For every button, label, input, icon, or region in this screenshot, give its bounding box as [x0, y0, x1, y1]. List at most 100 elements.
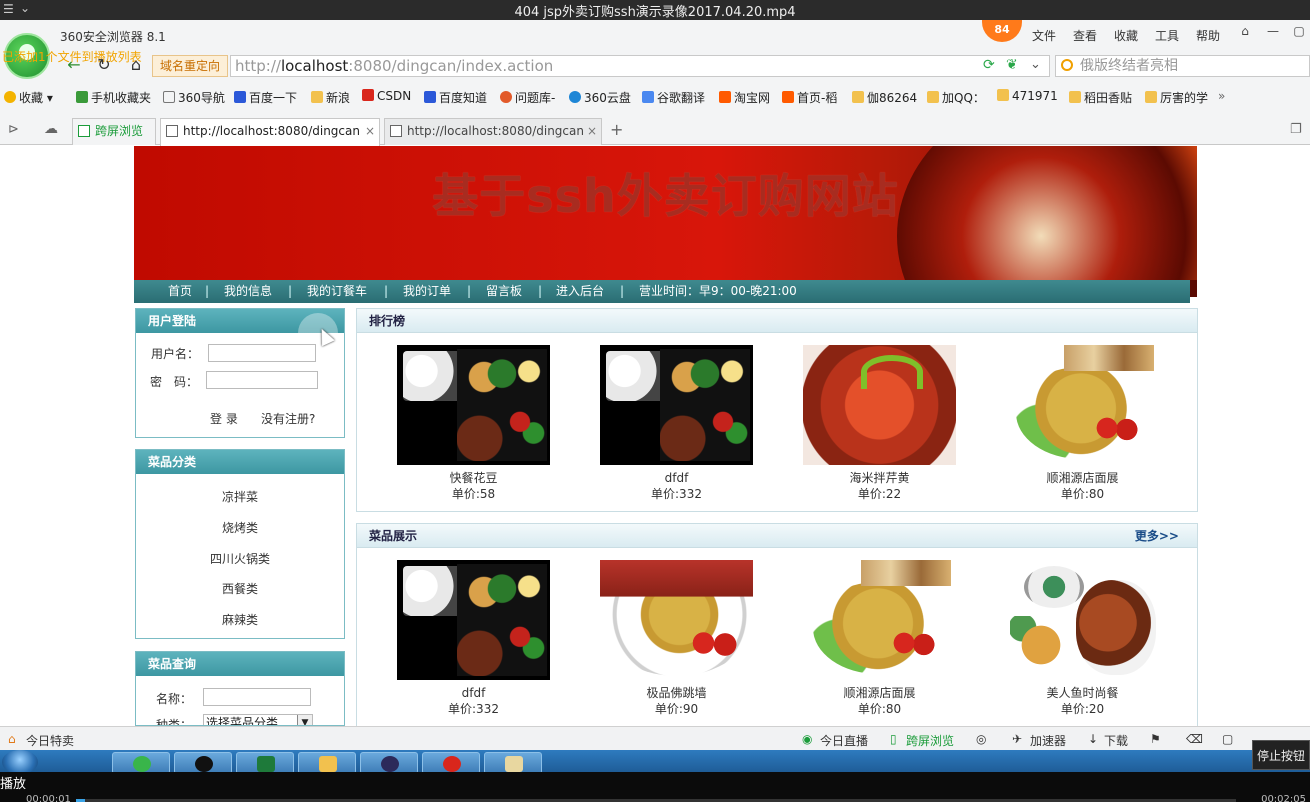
- security-icon[interactable]: ⟳: [983, 57, 995, 73]
- product-image[interactable]: [397, 345, 550, 465]
- product-card[interactable]: 顺湘源店面展 单价:80: [1006, 345, 1159, 502]
- bookmark-folder-2[interactable]: 加QQ：: [927, 89, 985, 106]
- skin-icon[interactable]: ⌂: [1234, 24, 1256, 42]
- bookmark-mobile[interactable]: 手机收藏夹: [76, 89, 151, 106]
- login-button[interactable]: 登 录: [210, 410, 238, 427]
- category-item[interactable]: 凉拌菜: [136, 488, 344, 505]
- dish-name-input[interactable]: [203, 688, 311, 706]
- restore-tab-icon[interactable]: ❐: [1290, 122, 1302, 137]
- search-input[interactable]: 俄版终结者亮相: [1055, 55, 1310, 77]
- window-icon[interactable]: ▢: [1222, 732, 1233, 746]
- tab-localhost[interactable]: http://localhost:8080/dingcan ×: [384, 118, 602, 145]
- category-item[interactable]: 烧烤类: [136, 519, 344, 536]
- product-image[interactable]: [397, 560, 550, 680]
- product-name[interactable]: 顺湘源店面展: [1006, 470, 1159, 486]
- clean-icon[interactable]: ⌫: [1186, 732, 1203, 746]
- product-image[interactable]: [803, 560, 956, 680]
- maximize-icon[interactable]: ▢: [1288, 24, 1310, 42]
- cloud-sync-icon[interactable]: ☁: [44, 121, 58, 137]
- select-arrow-icon[interactable]: ▼: [297, 715, 312, 725]
- bookmark-wentiku[interactable]: 问题库-: [500, 89, 555, 106]
- taskbar-app-explorer[interactable]: [298, 752, 356, 774]
- product-name[interactable]: dfdf: [397, 685, 550, 701]
- bookmark-360nav[interactable]: 360导航: [163, 89, 225, 106]
- address-bar[interactable]: http://localhost:8080/dingcan/index.acti…: [230, 55, 1050, 77]
- menu-view[interactable]: 查看: [1073, 27, 1097, 44]
- product-name[interactable]: dfdf: [600, 470, 753, 486]
- product-card[interactable]: dfdf 单价:332: [600, 345, 753, 502]
- product-image[interactable]: [803, 345, 956, 465]
- nav-my-info[interactable]: 我的信息: [224, 280, 272, 303]
- bookmark-folder-1[interactable]: 伽86264: [852, 89, 917, 106]
- product-image[interactable]: [1006, 560, 1159, 680]
- dropdown-chevron-icon[interactable]: ⌄: [1030, 57, 1041, 72]
- status-accelerator[interactable]: 加速器: [1030, 732, 1066, 749]
- bookmark-csdn[interactable]: CSDN: [362, 89, 411, 103]
- taskbar-app-360[interactable]: [112, 752, 170, 774]
- taskbar-app-recorder[interactable]: [422, 752, 480, 774]
- bookmark-folder-3[interactable]: 471971: [997, 89, 1058, 103]
- taskbar-app-eclipse[interactable]: [360, 752, 418, 774]
- taskbar-app-notepad[interactable]: [484, 752, 542, 774]
- status-cross-screen[interactable]: 跨屏浏览: [906, 732, 954, 749]
- status-live[interactable]: 今日直播: [820, 732, 868, 749]
- tab-cross-screen[interactable]: 跨屏浏览: [72, 118, 156, 145]
- password-input[interactable]: [206, 371, 318, 389]
- more-link[interactable]: 更多>>: [1135, 524, 1179, 548]
- more-bookmarks-icon[interactable]: »: [1218, 89, 1225, 103]
- bookmark-favorites[interactable]: 收藏 ▾: [4, 89, 53, 106]
- sidebar-toggle-icon[interactable]: ⊳: [8, 122, 19, 137]
- refresh-icon[interactable]: ↻: [92, 55, 116, 77]
- product-card[interactable]: 极品佛跳墙 单价:90: [600, 560, 753, 717]
- menu-file[interactable]: 文件: [1032, 27, 1056, 44]
- product-name[interactable]: 极品佛跳墙: [600, 685, 753, 701]
- nav-admin[interactable]: 进入后台: [556, 280, 604, 303]
- product-card[interactable]: dfdf 单价:332: [397, 560, 550, 717]
- bookmark-sina[interactable]: 新浪: [311, 89, 350, 106]
- username-input[interactable]: [208, 344, 316, 362]
- product-image[interactable]: [1006, 345, 1159, 465]
- product-card[interactable]: 海米拌芹黄 单价:22: [803, 345, 956, 502]
- bookmark-google-translate[interactable]: 谷歌翻译: [642, 89, 705, 106]
- product-image[interactable]: [600, 560, 753, 680]
- product-card[interactable]: 顺湘源店面展 单价:80: [803, 560, 956, 717]
- start-button-icon[interactable]: [2, 750, 38, 774]
- register-link[interactable]: 没有注册?: [261, 410, 315, 427]
- status-download[interactable]: 下载: [1104, 732, 1128, 749]
- minimize-icon[interactable]: —: [1262, 24, 1284, 42]
- bookmark-baidu[interactable]: 百度一下: [234, 89, 297, 106]
- taskbar-app-excel[interactable]: [236, 752, 294, 774]
- bookmark-baidu-zhidao[interactable]: 百度知道: [424, 89, 487, 106]
- new-tab-icon[interactable]: +: [610, 120, 623, 139]
- flag-icon[interactable]: ⚑: [1150, 732, 1161, 746]
- bookmark-folder-5[interactable]: 厉害的学: [1145, 89, 1208, 106]
- bookmark-360cloud[interactable]: 360云盘: [569, 89, 631, 106]
- close-tab-icon[interactable]: ×: [365, 119, 375, 143]
- category-item[interactable]: 四川火锅类: [136, 550, 344, 567]
- nav-cart[interactable]: 我的订餐车: [307, 280, 367, 303]
- product-image[interactable]: [600, 345, 753, 465]
- product-card[interactable]: 快餐花豆 单价:58: [397, 345, 550, 502]
- leaf-icon[interactable]: ❦: [1006, 57, 1018, 73]
- product-name[interactable]: 美人鱼时尚餐: [1006, 685, 1159, 701]
- close-tab-icon[interactable]: ×: [587, 119, 597, 143]
- status-today-deals[interactable]: 今日特卖: [26, 732, 74, 749]
- product-name[interactable]: 海米拌芹黄: [803, 470, 956, 486]
- bookmark-folder-4[interactable]: 稻田香贴: [1069, 89, 1132, 106]
- product-name[interactable]: 快餐花豆: [397, 470, 550, 486]
- bookmark-taobao[interactable]: 淘宝网: [719, 89, 770, 106]
- category-item[interactable]: 麻辣类: [136, 611, 344, 628]
- back-icon[interactable]: ←: [62, 55, 86, 77]
- bookmark-daotian[interactable]: 首页-稻: [782, 89, 837, 106]
- product-name[interactable]: 顺湘源店面展: [803, 685, 956, 701]
- nav-guestbook[interactable]: 留言板: [486, 280, 522, 303]
- nav-orders[interactable]: 我的订单: [403, 280, 451, 303]
- category-item[interactable]: 西餐类: [136, 580, 344, 597]
- home-icon[interactable]: ⌂: [124, 55, 148, 77]
- stop-button[interactable]: 停止按钮: [1252, 740, 1310, 770]
- taskbar-app-qq[interactable]: [174, 752, 232, 774]
- play-label[interactable]: 播放: [0, 773, 26, 792]
- menu-help[interactable]: 帮助: [1196, 27, 1220, 44]
- tab-localhost-active[interactable]: http://localhost:8080/dingcan ×: [160, 118, 380, 146]
- product-card[interactable]: 美人鱼时尚餐 单价:20: [1006, 560, 1159, 717]
